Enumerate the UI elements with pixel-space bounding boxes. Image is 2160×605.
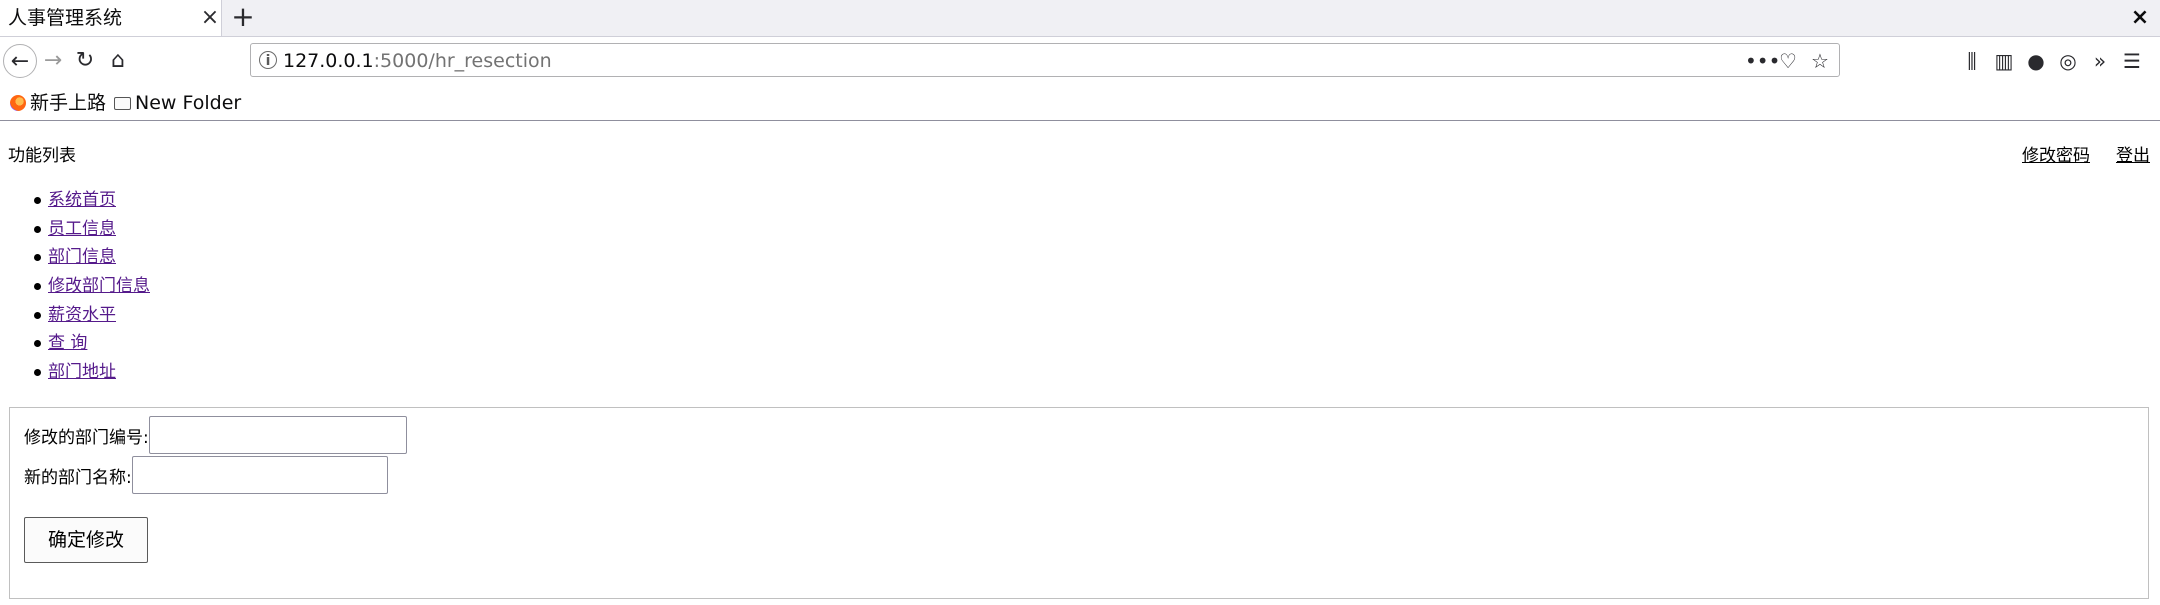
bookmarks-bar: 新手上路 New Folder [0, 86, 2160, 121]
url-host: 127.0.0.1 [283, 50, 374, 72]
bookmark-new-folder[interactable]: New Folder [114, 90, 241, 116]
menu-link-home[interactable]: 系统首页 [48, 190, 116, 210]
dept-name-row: 新的部门名称: [24, 455, 388, 495]
menu-item-salary: 薪资水平 [0, 304, 150, 333]
menu-link-department-address[interactable]: 部门地址 [48, 362, 116, 382]
url-bar-actions: ••• ♡ ☆ [1745, 48, 1831, 74]
menu-link-salary[interactable]: 薪资水平 [48, 305, 116, 325]
pocket-icon[interactable]: ♡ [1777, 49, 1799, 73]
bookmark-label: 新手上路 [30, 92, 107, 114]
confirm-edit-button[interactable]: 确定修改 [24, 517, 148, 563]
tab-bar: 人事管理系统 × + × [0, 0, 2160, 37]
url-bar[interactable]: i 127.0.0.1:5000/hr_resection ••• ♡ ☆ [250, 43, 1840, 77]
sidebar-icon[interactable]: ▥ [1992, 49, 2016, 73]
menu-link-departments[interactable]: 部门信息 [48, 247, 116, 267]
dept-id-label: 修改的部门编号: [24, 427, 149, 448]
bookmark-getting-started[interactable]: 新手上路 [10, 90, 106, 116]
page-actions-icon[interactable]: ••• [1745, 49, 1780, 73]
overflow-menu-icon[interactable]: » [2088, 49, 2112, 73]
menu-item-departments: 部门信息 [0, 246, 150, 275]
menu-item-home: 系统首页 [0, 189, 150, 218]
edit-department-form: 修改的部门编号: 新的部门名称: 确定修改 [9, 407, 2149, 599]
menu-item-department-address: 部门地址 [0, 361, 150, 390]
dept-name-label: 新的部门名称: [24, 467, 132, 488]
reload-button[interactable]: ↻ [68, 44, 102, 78]
page-content: 功能列表 修改密码 登出 系统首页 员工信息 部门信息 修改部门信息 薪资水平 查… [0, 123, 2160, 605]
menu-link-employees[interactable]: 员工信息 [48, 219, 116, 239]
dept-name-input[interactable] [131, 456, 388, 494]
menu-item-edit-department: 修改部门信息 [0, 275, 150, 304]
menu-item-query: 查 询 [0, 332, 150, 361]
dept-id-input[interactable] [148, 416, 407, 454]
browser-chrome: 人事管理系统 × + × ← → ↻ ⌂ i 127.0.0.1:5000/hr… [0, 0, 2160, 122]
active-tab[interactable]: 人事管理系统 × [0, 0, 222, 36]
menu-item-employees: 员工信息 [0, 218, 150, 247]
library-icon[interactable]: ⫼ [1960, 49, 1984, 73]
logout-link[interactable]: 登出 [2090, 146, 2150, 166]
toolbar-right: ⫼ ▥ ● ◎ » ☰ [1960, 45, 2144, 77]
tab-close-icon[interactable]: × [198, 4, 222, 32]
firefox-icon [10, 95, 26, 111]
new-tab-button[interactable]: + [228, 2, 258, 32]
menu-link-query[interactable]: 查 询 [48, 333, 87, 353]
bookmark-label: New Folder [135, 92, 242, 114]
function-list-title: 功能列表 [8, 146, 76, 166]
site-info-icon[interactable]: i [259, 51, 277, 69]
url-text[interactable]: 127.0.0.1:5000/hr_resection [283, 49, 552, 73]
change-password-link[interactable]: 修改密码 [1996, 146, 2090, 166]
url-path: :5000/hr_resection [373, 50, 552, 72]
home-button[interactable]: ⌂ [101, 44, 135, 78]
navigation-bar: ← → ↻ ⌂ i 127.0.0.1:5000/hr_resection ••… [0, 37, 2160, 85]
back-button[interactable]: ← [3, 44, 37, 78]
extension-icon[interactable]: ◎ [2056, 49, 2080, 73]
forward-button[interactable]: → [36, 44, 70, 78]
window-close-button[interactable]: × [2128, 4, 2152, 32]
hamburger-menu-icon[interactable]: ☰ [2120, 49, 2144, 73]
menu-link-edit-department[interactable]: 修改部门信息 [48, 276, 150, 296]
folder-icon [114, 97, 131, 110]
tab-title: 人事管理系统 [8, 7, 123, 29]
dept-id-row: 修改的部门编号: [24, 415, 407, 455]
function-menu: 系统首页 员工信息 部门信息 修改部门信息 薪资水平 查 询 部门地址 [0, 189, 150, 390]
top-links: 修改密码 登出 [1996, 145, 2150, 167]
bookmark-star-icon[interactable]: ☆ [1809, 49, 1831, 73]
account-icon[interactable]: ● [2024, 49, 2048, 73]
